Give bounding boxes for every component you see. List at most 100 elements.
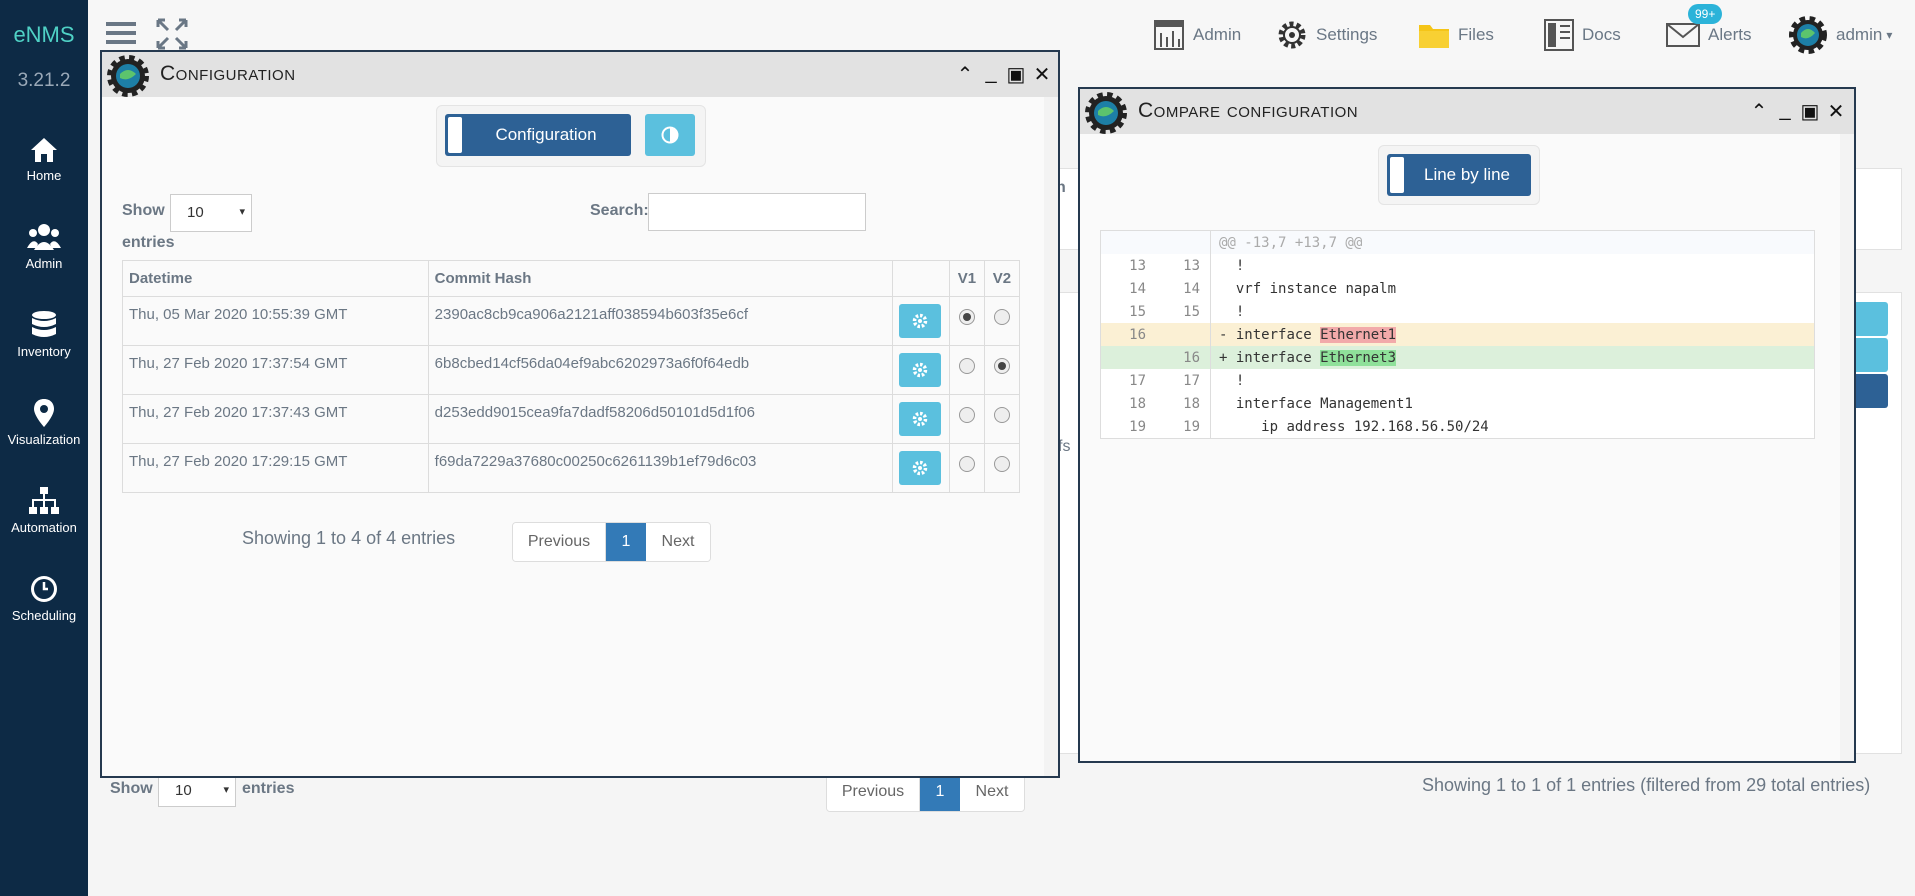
topbar-alerts-label: Alerts (1708, 25, 1752, 44)
topbar-files-link[interactable]: Files (1418, 18, 1494, 52)
v1-radio[interactable] (958, 456, 975, 472)
background-page-1-button[interactable]: 1 (920, 773, 960, 811)
view-configuration-button[interactable] (898, 402, 941, 436)
topbar-admin-link[interactable]: Admin (1153, 18, 1241, 52)
diff-old-line-number: 14 (1129, 280, 1146, 297)
collapse-icon[interactable]: ⌃ (1748, 99, 1770, 124)
configuration-toggle-button[interactable]: Configuration (445, 114, 631, 156)
sidebar-item-inventory[interactable]: Inventory (0, 310, 88, 359)
minimize-icon[interactable]: _ (1774, 99, 1796, 122)
v1-radio[interactable] (958, 309, 975, 325)
line-by-line-toggle-button[interactable]: Line by line (1387, 154, 1531, 196)
v1-radio[interactable] (958, 407, 975, 423)
compare-window-titlebar[interactable]: Compare configuration ⌃ _ ▣ ✕ (1080, 89, 1854, 134)
contrast-button[interactable] (645, 114, 695, 156)
diff-new-line-number (1156, 323, 1211, 346)
view-configuration-button[interactable] (898, 304, 941, 338)
cell-v2 (983, 296, 1021, 346)
search-label: Search: (590, 202, 649, 219)
configuration-window-scrollbar[interactable] (1044, 97, 1058, 776)
diff-old-line-number: 16 (1129, 326, 1146, 343)
cell-actions (891, 345, 950, 395)
sidebar-item-label: Automation (11, 520, 77, 535)
v2-radio[interactable] (993, 358, 1010, 374)
configuration-window-titlebar[interactable]: Configuration ⌃ _ ▣ ✕ (102, 52, 1058, 97)
table-row: Thu, 27 Feb 2020 17:29:15 GMT f69da7229a3… (122, 443, 1021, 493)
column-header-datetime[interactable]: Datetime (122, 260, 429, 297)
v1-radio[interactable] (958, 358, 975, 374)
diff-new-line-number: 13 (1156, 254, 1211, 277)
maximize-icon[interactable]: ▣ (1799, 99, 1821, 124)
previous-button[interactable]: Previous (513, 523, 606, 561)
diff-line-code: interface Management1 (1211, 396, 1413, 412)
view-configuration-button[interactable] (898, 353, 941, 387)
gear-icon (1278, 21, 1306, 49)
diff-line-code: vrf instance napalm (1211, 281, 1396, 297)
background-toggle-button[interactable] (1852, 338, 1888, 372)
sitemap-icon (29, 487, 59, 514)
sidebar-item-scheduling[interactable]: Scheduling (0, 574, 88, 623)
background-entries-select[interactable]: 10 ▾ (158, 775, 236, 807)
diff-old-line-number: 19 (1129, 418, 1146, 435)
cell-v2 (983, 345, 1021, 395)
contrast-icon (661, 126, 679, 144)
minimize-icon[interactable]: _ (980, 62, 1002, 85)
diff-hunk-header: @@ -13,7 +13,7 @@ (1101, 231, 1814, 254)
menu-toggle-icon[interactable] (106, 20, 136, 51)
sidebar-item-admin[interactable]: Admin (0, 222, 88, 271)
diff-hunk-text: @@ -13,7 +13,7 @@ (1219, 234, 1363, 251)
background-duplicate-button[interactable] (1852, 374, 1888, 408)
cell-v1 (948, 394, 985, 444)
background-next-button[interactable]: Next (960, 773, 1024, 811)
diff-line-code: + interface Ethernet3 (1211, 349, 1397, 366)
diff-old-line-number: 18 (1129, 395, 1146, 412)
background-action-buttons (1852, 302, 1888, 408)
sidebar-item-automation[interactable]: Automation (0, 486, 88, 535)
sidebar-item-home[interactable]: Home (0, 136, 88, 183)
v2-radio[interactable] (993, 309, 1010, 325)
topbar-settings-link[interactable]: Settings (1276, 18, 1377, 52)
folder-icon (1419, 25, 1449, 48)
chevron-down-icon: ▾ (1886, 28, 1893, 42)
map-marker-icon (34, 399, 54, 427)
app-version: 3.21.2 (17, 70, 71, 91)
v2-radio[interactable] (993, 407, 1010, 423)
topbar-docs-link[interactable]: Docs (1544, 18, 1621, 52)
cell-commit-hash: 2390ac8cb9ca906a2121aff038594b603f35e6cf (427, 296, 893, 346)
user-menu[interactable]: admin ▾ (1788, 16, 1893, 54)
background-entries-value: 10 (175, 782, 192, 799)
diff-text: ! (1235, 303, 1245, 320)
close-icon[interactable]: ✕ (1825, 99, 1847, 124)
view-configuration-button[interactable] (898, 451, 941, 485)
background-entries-label: entries (242, 780, 295, 797)
diff-line: 17 17 ! (1101, 369, 1814, 392)
next-button[interactable]: Next (646, 523, 710, 561)
page-1-button[interactable]: 1 (606, 523, 646, 561)
configuration-toolbar: Configuration (436, 105, 706, 167)
entries-select[interactable]: 10 ▾ (170, 194, 252, 232)
diff-view: @@ -13,7 +13,7 @@ 13 13 ! 14 14 vrf instanc… (1100, 230, 1815, 439)
diff-new-line-number: 17 (1156, 369, 1211, 392)
configuration-table: Datetime Commit Hash V1 V2 Thu, 05 Mar 2… (122, 260, 1021, 493)
v2-radio[interactable] (993, 456, 1010, 472)
cell-v1 (948, 345, 985, 395)
diff-prefix: - (1219, 326, 1228, 343)
maximize-icon[interactable]: ▣ (1005, 62, 1027, 87)
compare-window-scrollbar[interactable] (1840, 134, 1854, 761)
diff-line: 13 13 ! (1101, 254, 1814, 277)
background-previous-button[interactable]: Previous (827, 773, 920, 811)
diff-line: 14 14 vrf instance napalm (1101, 277, 1814, 300)
search-input[interactable] (648, 193, 866, 231)
diff-text: ! (1235, 372, 1245, 389)
close-icon[interactable]: ✕ (1031, 62, 1053, 87)
cell-v1 (948, 443, 985, 493)
diff-changed-word: Ethernet1 (1320, 326, 1397, 343)
collapse-icon[interactable]: ⌃ (954, 62, 976, 87)
sidebar-item-visualization[interactable]: Visualization (0, 398, 88, 447)
diff-text: ip address 192.168.56.50/24 (1235, 418, 1489, 435)
background-edit-button[interactable] (1852, 302, 1888, 336)
topbar-alerts-link[interactable]: 99+ Alerts (1666, 4, 1752, 52)
column-header-commit-hash[interactable]: Commit Hash (427, 260, 893, 297)
diff-changed-word: Ethernet3 (1320, 349, 1397, 366)
topbar-settings-label: Settings (1316, 25, 1378, 44)
